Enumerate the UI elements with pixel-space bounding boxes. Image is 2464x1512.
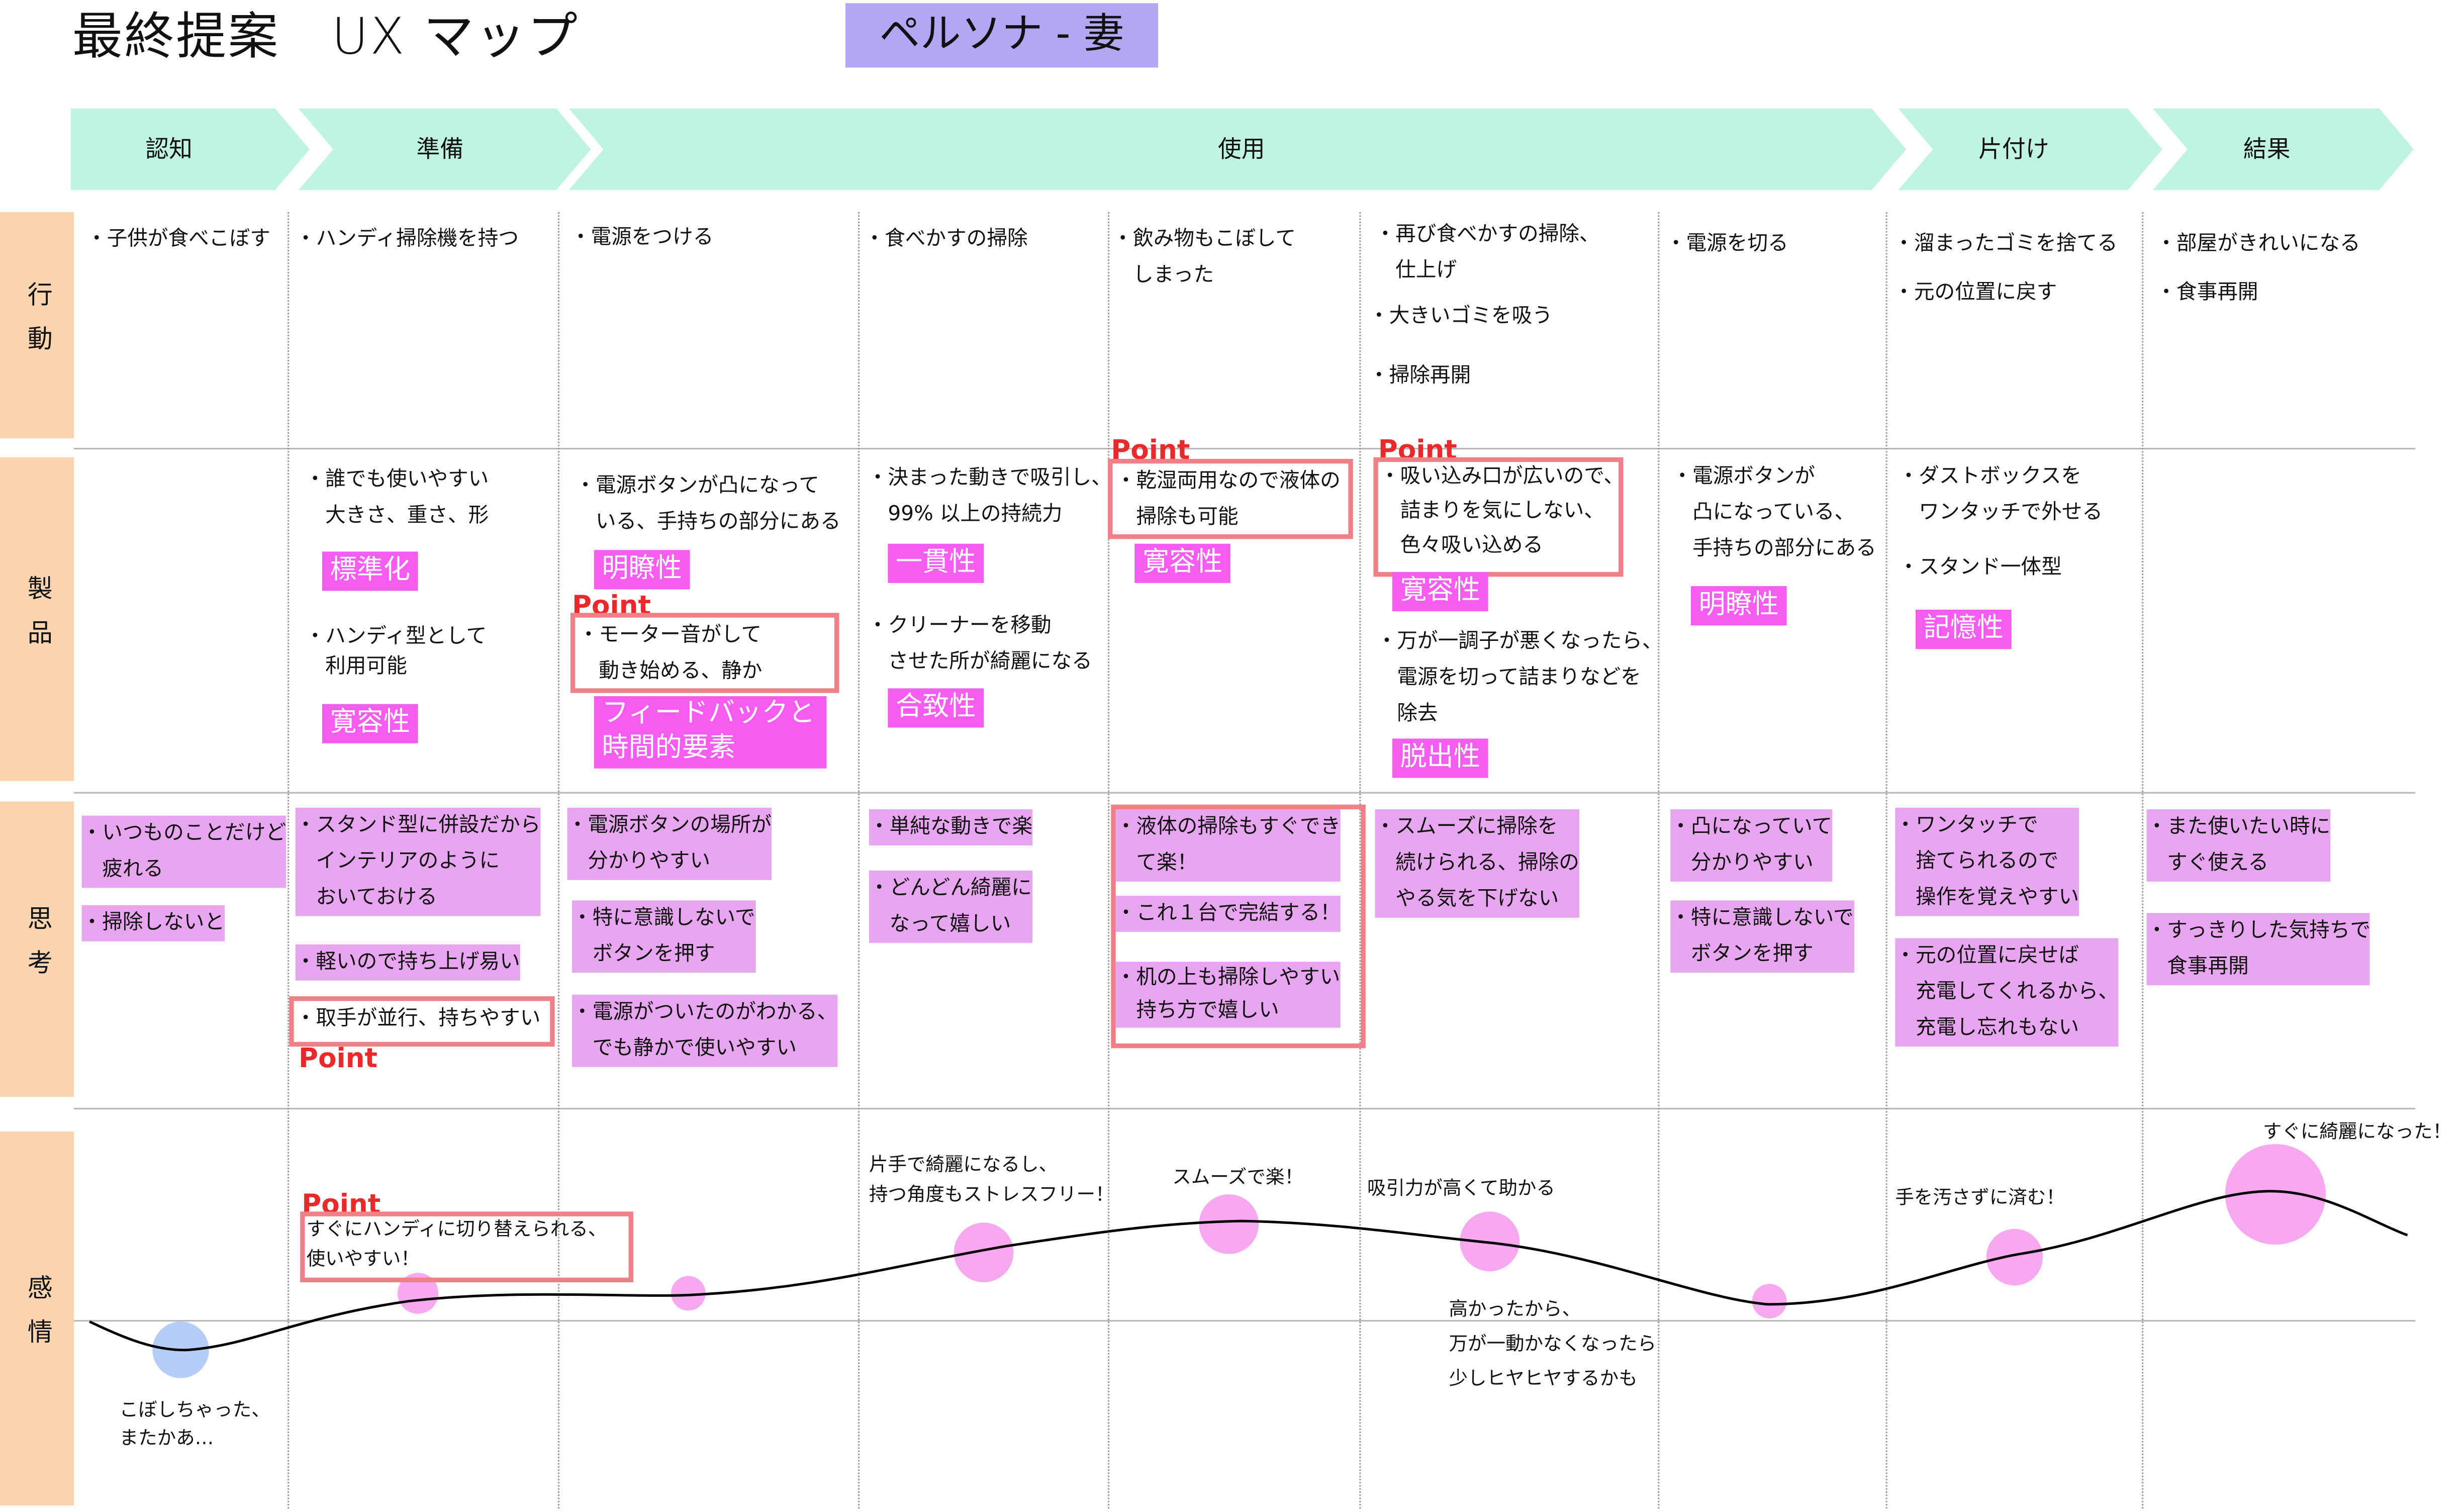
emotion-comment: 手を汚さずに済む！ <box>1895 1186 2065 1209</box>
emotion-bubble <box>1986 1228 2043 1286</box>
emotion-comment: スムーズで楽！ <box>1172 1166 1303 1188</box>
emotion-bubble <box>1199 1194 1259 1254</box>
emotion-bubble <box>1752 1284 1787 1318</box>
emotion-comment: すぐにハンディに切り替えられる、 使いやすい！ <box>306 1217 607 1270</box>
emotion-comment: 片手で綺麗になるし、 持つ角度もストレスフリー！ <box>869 1153 1114 1205</box>
emotion-comment: 高かったから、 万が一動かなくなったら 少しヒヤヒヤするかも <box>1449 1298 1657 1389</box>
emotion-comment: こぼしちゃった、 またかあ… <box>119 1398 270 1449</box>
emotion-curve-chart <box>89 1144 2408 1378</box>
emotion-comment: 吸引力が高くて助かる <box>1367 1177 1555 1199</box>
emotion-bubble <box>954 1222 1014 1283</box>
emotion-comment: すぐに綺麗になった！ <box>2262 1120 2452 1143</box>
ux-map: 最終提案 UX マップ ペルソナ - 妻 認知 準備 使用 片付け 結果 行動 … <box>0 0 2464 1512</box>
